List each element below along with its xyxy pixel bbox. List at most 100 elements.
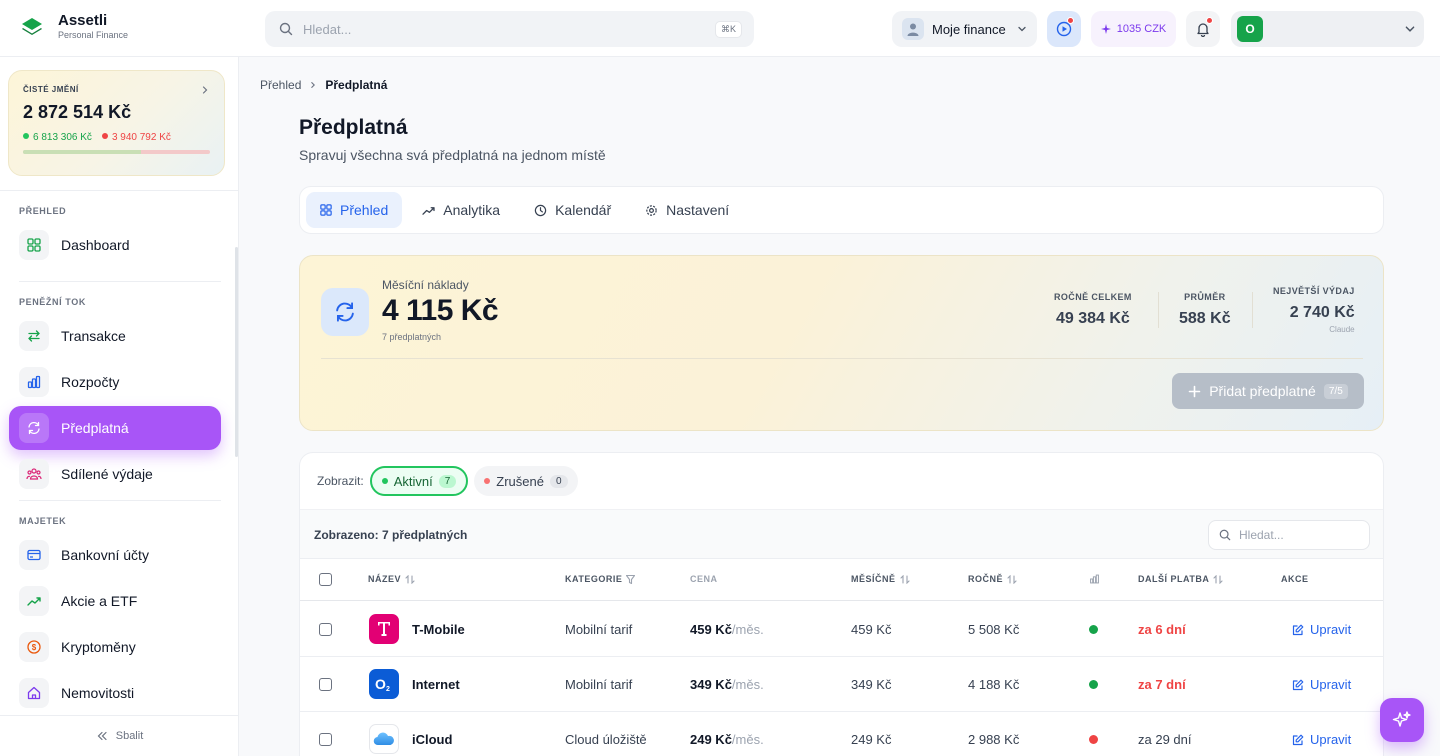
tab-label: Analytika bbox=[443, 202, 501, 218]
monthly-amount: 459 Kč bbox=[851, 622, 892, 637]
table-row[interactable]: iCloud Cloud úložiště 249 Kč/měs. 249 Kč… bbox=[300, 712, 1383, 756]
sidebar-scrollbar[interactable] bbox=[235, 247, 238, 457]
filter-active[interactable]: Aktivní 7 bbox=[369, 466, 469, 496]
double-chevron-left-icon bbox=[96, 731, 108, 741]
sidebar-item-label: Předplatná bbox=[61, 420, 129, 436]
clock-icon bbox=[534, 204, 547, 217]
notification-dot bbox=[1206, 17, 1213, 24]
average-stat: PRŮMĚR 588 Kč bbox=[1179, 292, 1231, 328]
subscription-name: Internet bbox=[412, 677, 460, 692]
net-worth-bar-fill bbox=[23, 150, 141, 154]
column-name[interactable]: NÁZEV bbox=[368, 574, 415, 584]
limit-badge: 7/5 bbox=[1323, 383, 1348, 399]
collapse-sidebar-button[interactable]: Sbalit bbox=[0, 715, 239, 756]
breadcrumb: Přehled Předplatná bbox=[260, 78, 387, 92]
house-icon bbox=[19, 678, 49, 708]
column-monthly[interactable]: MĚSÍČNĚ bbox=[851, 574, 910, 584]
global-search[interactable]: ⌘K bbox=[265, 11, 754, 47]
tab-overview[interactable]: Přehled bbox=[306, 192, 403, 228]
add-subscription-button[interactable]: Přidat předplatné 7/5 bbox=[1172, 373, 1364, 409]
icloud-logo-icon bbox=[369, 724, 399, 754]
trend-icon bbox=[19, 586, 49, 616]
filter-cancelled[interactable]: Zrušené 0 bbox=[474, 466, 578, 496]
next-payment: za 29 dní bbox=[1138, 732, 1192, 747]
chevron-right-icon bbox=[309, 81, 317, 89]
subscription-name: iCloud bbox=[412, 732, 453, 747]
net-worth-card[interactable]: ČISTÉ JMĚNÍ 2 872 514 Kč 6 813 306 Kč 3 … bbox=[8, 70, 225, 176]
ai-assistant-button[interactable] bbox=[1380, 698, 1424, 742]
refresh-icon bbox=[321, 288, 369, 336]
table-row[interactable]: O2 Internet Mobilní tarif 349 Kč/měs. 34… bbox=[300, 657, 1383, 712]
monthly-cost-value: 4 115 Kč bbox=[382, 294, 499, 327]
sidebar-item-stocks[interactable]: Akcie a ETF bbox=[9, 579, 221, 623]
add-subscription-label: Přidat předplatné bbox=[1209, 383, 1316, 399]
sidebar-item-bank-accounts[interactable]: Bankovní účty bbox=[9, 533, 221, 577]
cancelled-dot bbox=[484, 478, 491, 484]
subscription-price: 349 Kč/měs. bbox=[690, 677, 764, 692]
sidebar-item-label: Akcie a ETF bbox=[61, 593, 138, 609]
filter-active-count: 7 bbox=[438, 474, 457, 488]
sidebar-item-label: Kryptoměny bbox=[61, 639, 136, 655]
stat-label: PRŮMĚR bbox=[1184, 292, 1226, 302]
row-checkbox[interactable] bbox=[319, 678, 332, 691]
stat-value: 49 384 Kč bbox=[1055, 310, 1130, 327]
credits-badge[interactable]: 1035 CZK bbox=[1091, 11, 1176, 47]
notifications-button[interactable] bbox=[1186, 11, 1220, 47]
net-worth-bar bbox=[23, 150, 210, 154]
subscription-category: Mobilní tarif bbox=[565, 622, 633, 637]
row-checkbox[interactable] bbox=[319, 623, 332, 636]
row-checkbox[interactable] bbox=[319, 733, 332, 746]
table-header: NÁZEV KATEGORIE CENA MĚSÍČNĚ ROČNĚ DALŠÍ… bbox=[300, 559, 1383, 601]
notification-dot bbox=[1067, 17, 1074, 24]
breadcrumb-parent[interactable]: Přehled bbox=[260, 78, 301, 92]
filter-cancelled-count: 0 bbox=[549, 474, 568, 488]
sidebar-item-real-estate[interactable]: Nemovitosti bbox=[9, 671, 221, 715]
column-usage[interactable] bbox=[1089, 574, 1100, 584]
status-indicator bbox=[1089, 625, 1098, 634]
sidebar-item-crypto[interactable]: $ Kryptoměny bbox=[9, 625, 221, 669]
credits-value: 1035 CZK bbox=[1116, 23, 1167, 35]
edit-button[interactable]: Upravit bbox=[1292, 622, 1351, 637]
edit-label: Upravit bbox=[1310, 732, 1352, 747]
monthly-amount: 349 Kč bbox=[851, 677, 892, 692]
table-search[interactable] bbox=[1208, 520, 1370, 550]
table-search-input[interactable] bbox=[1239, 528, 1349, 542]
yearly-amount: 4 188 Kč bbox=[968, 677, 1020, 692]
select-all-checkbox[interactable] bbox=[319, 573, 332, 586]
edit-button[interactable]: Upravit bbox=[1292, 732, 1351, 747]
user-menu[interactable]: O bbox=[1231, 11, 1424, 47]
column-yearly[interactable]: ROČNĚ bbox=[968, 574, 1017, 584]
subscription-category: Mobilní tarif bbox=[565, 677, 633, 692]
edit-button[interactable]: Upravit bbox=[1292, 677, 1351, 692]
column-category[interactable]: KATEGORIE bbox=[565, 574, 636, 584]
sidebar-divider bbox=[19, 281, 221, 282]
filter-active-label: Aktivní bbox=[393, 473, 433, 489]
sidebar-item-shared-expenses[interactable]: Sdílené výdaje bbox=[9, 452, 221, 496]
column-actions: AKCE bbox=[1281, 574, 1309, 584]
tab-label: Kalendář bbox=[555, 202, 612, 218]
tab-calendar[interactable]: Kalendář bbox=[520, 192, 625, 228]
arrows-icon bbox=[19, 321, 49, 351]
user-avatar: O bbox=[1237, 16, 1263, 42]
edit-icon bbox=[1292, 734, 1304, 746]
column-next-payment[interactable]: DALŠÍ PLATBA bbox=[1138, 574, 1223, 584]
tab-settings[interactable]: Nastavení bbox=[631, 192, 743, 228]
app-logo[interactable]: Assetli Personal Finance bbox=[20, 13, 128, 41]
sidebar-item-transactions[interactable]: Transakce bbox=[9, 314, 221, 358]
bar-chart-icon bbox=[19, 367, 49, 397]
sidebar-item-budgets[interactable]: Rozpočty bbox=[9, 360, 221, 404]
sort-icon bbox=[1007, 574, 1017, 584]
edit-label: Upravit bbox=[1310, 622, 1352, 637]
column-price: CENA bbox=[690, 574, 718, 584]
finance-switcher[interactable]: Moje finance bbox=[892, 11, 1037, 47]
page-subtitle: Spravuj všechna svá předplatná na jednom… bbox=[299, 147, 606, 163]
tour-button[interactable] bbox=[1047, 11, 1081, 47]
search-input[interactable] bbox=[303, 21, 715, 37]
sidebar-item-subscriptions[interactable]: Předplatná bbox=[9, 406, 221, 450]
table-row[interactable]: T-Mobile Mobilní tarif 459 Kč/měs. 459 K… bbox=[300, 602, 1383, 657]
tab-analytics[interactable]: Analytika bbox=[408, 192, 514, 228]
sidebar-item-label: Transakce bbox=[61, 328, 126, 344]
status-filter: Zobrazit: Aktivní 7 Zrušené 0 bbox=[317, 466, 578, 496]
section-title-assets: MAJETEK bbox=[19, 516, 67, 526]
sidebar-item-dashboard[interactable]: Dashboard bbox=[9, 223, 221, 267]
